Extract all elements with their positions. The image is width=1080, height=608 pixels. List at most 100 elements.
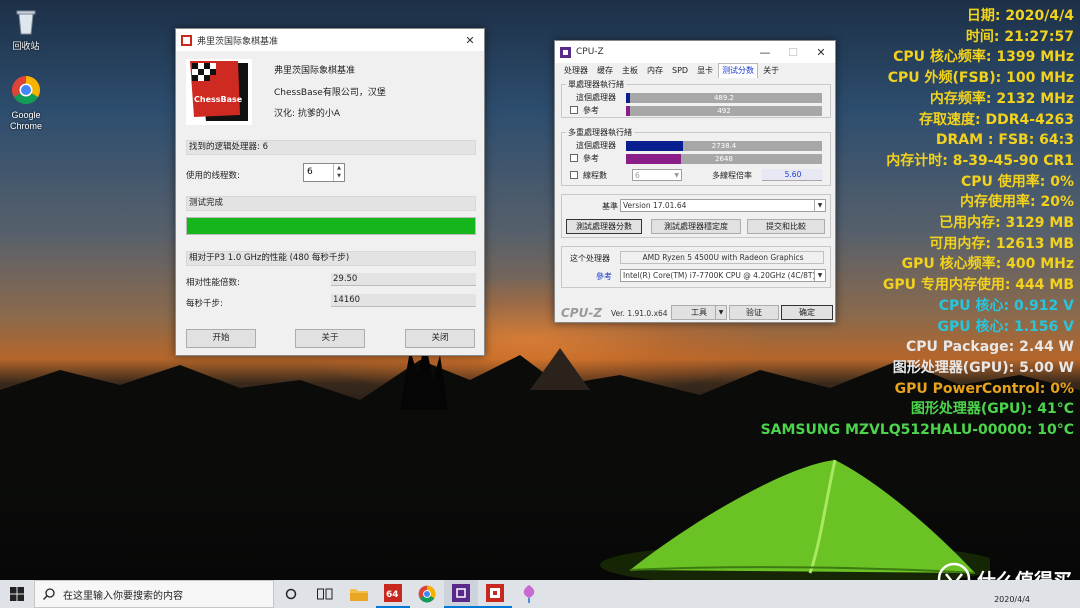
close-button[interactable]: 关闭 [405, 329, 475, 348]
kn-label: 每秒千步: [186, 299, 223, 309]
threads-checkbox-row[interactable]: 線程數 [570, 170, 607, 181]
overlay-line: 日期: 2020/4/4 [966, 8, 1074, 24]
paint-icon[interactable] [512, 580, 546, 608]
tab-7[interactable]: 关于 [759, 63, 783, 78]
tab-5[interactable]: 显卡 [693, 63, 717, 78]
tab-3[interactable]: 内存 [643, 63, 667, 78]
ratio-value: 29.50 [331, 273, 476, 286]
chess-benchmark-window: 弗里茨国际象棋基准 ✕ ChessBase 弗里茨国际象棋基准 ChessBas… [175, 28, 485, 356]
ratio-label: 相对性能倍数: [186, 278, 240, 288]
tab-1[interactable]: 缓存 [593, 63, 617, 78]
verify-button[interactable]: 验证 [729, 305, 779, 320]
cpuz-icon[interactable] [444, 580, 478, 608]
maximize-icon[interactable]: ☐ [779, 41, 807, 63]
cpuz-window: CPU-Z — ☐ ✕ 处理器 缓存 主板 内存 SPD 显卡 测试分数 关于 單處理器執行緒… [554, 40, 836, 323]
ref-checkbox-row[interactable]: 參考 [570, 105, 599, 116]
checkbox-icon[interactable] [570, 154, 578, 162]
start-button[interactable]: 开始 [186, 329, 256, 348]
window-title: CPU-Z [576, 47, 604, 57]
overlay-line: SAMSUNG MZVLQ512HALU-00000: 10°C [760, 422, 1074, 439]
threads-select[interactable]: 6 ▼ [632, 169, 682, 181]
ref-checkbox-row[interactable]: 參考 [570, 153, 599, 164]
cpuz-icon [560, 46, 571, 58]
checkbox-icon[interactable] [570, 106, 578, 114]
task-view-icon[interactable] [308, 580, 342, 608]
windows-icon [10, 587, 24, 601]
company: ChessBase有限公司，汉堡 [274, 88, 386, 98]
processors-found: 找到的逻辑处理器: 6 [186, 140, 476, 155]
file-explorer-icon[interactable] [342, 580, 376, 608]
bottom-bar: CPU-Z Ver. 1.91.0.x64 工具 ▼ 验证 确定 [555, 303, 835, 323]
progress-bar [186, 217, 476, 235]
ref-label: 參考 [583, 154, 599, 163]
group-title: 多重處理器執行緒 [566, 127, 634, 138]
kn-value: 14160 [331, 294, 476, 307]
checkbox-icon[interactable] [570, 171, 578, 179]
desktop-icon-chrome[interactable]: Google Chrome [0, 75, 52, 132]
tools-label: 工具 [691, 308, 707, 317]
threads-value: 6 [307, 167, 313, 177]
version-text: Ver. 1.91.0.x64 [611, 309, 668, 318]
spinner-arrows-icon[interactable]: ▲ ▼ [333, 164, 344, 181]
bench-label: 基準 [602, 202, 618, 211]
this-cpu-name: AMD Ryzen 5 4500U with Radeon Graphics [620, 251, 824, 264]
cortana-icon[interactable] [274, 580, 308, 608]
close-icon[interactable]: ✕ [807, 41, 835, 63]
ok-button[interactable]: 确定 [781, 305, 833, 320]
taskbar: 在这里输入你要搜索的内容 64 2020/4/4 [0, 580, 1080, 608]
overlay-line: 图形处理器(GPU): 5.00 W [892, 359, 1074, 376]
chrome-icon [12, 76, 40, 104]
tools-button[interactable]: 工具 ▼ [671, 305, 727, 320]
multiplier-value: 5.60 [762, 169, 822, 181]
bench-version: Version 17.01.64 [623, 201, 687, 210]
ref-cpu-label: 參考 [596, 272, 612, 281]
bench-version-select[interactable]: Version 17.01.64 ▼ [620, 199, 826, 212]
bar-value: 2648 [715, 155, 733, 163]
search-icon [43, 588, 55, 600]
threads-label: 使用的线程数: [186, 171, 240, 181]
start-button[interactable] [0, 580, 34, 608]
chessbase-icon[interactable] [478, 580, 512, 608]
taskbar-search-box[interactable]: 在这里输入你要搜索的内容 [34, 580, 274, 608]
desktop-icon-label: 回收站 [12, 41, 40, 51]
multi-thread-group: 多重處理器執行緒 這個處理器 2738.4 參考 2648 線程數 6 ▼ 多線… [561, 127, 831, 186]
stress-cpu-button[interactable]: 測試處理器穩定度 [651, 219, 741, 234]
tab-2[interactable]: 主板 [618, 63, 642, 78]
chevron-down-icon: ▼ [674, 172, 679, 179]
tab-6[interactable]: 测试分数 [718, 63, 759, 78]
title-bar[interactable]: CPU-Z — ☐ ✕ [555, 41, 835, 63]
tab-0[interactable]: 处理器 [560, 63, 592, 78]
translator: 汉化: 抗爹的小A [274, 109, 341, 119]
chevron-down-icon: ▼ [814, 200, 825, 211]
minimize-icon[interactable]: — [751, 41, 779, 63]
title-bar[interactable]: 弗里茨国际象棋基准 ✕ [176, 29, 484, 51]
window-title: 弗里茨国际象棋基准 [197, 36, 279, 47]
desktop-icon-recycle-bin[interactable]: 回收站 [0, 6, 52, 52]
threads-spinner[interactable]: 6 ▲ ▼ [303, 163, 345, 182]
threads-label: 線程數 [583, 171, 607, 180]
svg-text:64: 64 [386, 590, 399, 600]
ref-cpu-select[interactable]: Intel(R) Core(TM) i7-7700K CPU @ 4.20GHz… [620, 269, 826, 282]
processor-group: 这个处理器 AMD Ryzen 5 4500U with Radeon Grap… [561, 246, 831, 288]
bench-cpu-button[interactable]: 測試處理器分數 [566, 219, 642, 234]
aida64-icon[interactable]: 64 [376, 580, 410, 608]
taskbar-date: 2020/4/4 [994, 595, 1030, 604]
chevron-down-icon: ▼ [814, 270, 825, 281]
chessbase-icon [181, 34, 192, 46]
threads-value: 6 [635, 171, 640, 180]
tab-4[interactable]: SPD [668, 63, 692, 78]
close-icon[interactable]: ✕ [456, 29, 484, 51]
ref-cpu-name: Intel(R) Core(TM) i7-7700K CPU @ 4.20GHz… [623, 271, 816, 280]
submit-compare-button[interactable]: 提交和比較 [747, 219, 825, 234]
chevron-down-icon: ▼ [715, 306, 726, 319]
this-cpu-label: 這個處理器 [576, 141, 616, 150]
ref-label: 參考 [583, 106, 599, 115]
multi-this-bar: 2738.4 [626, 141, 822, 151]
overlay-line: CPU Package: 2.44 W [905, 339, 1074, 356]
bar-value: 489.2 [713, 94, 735, 102]
group-title: 單處理器執行緒 [566, 79, 626, 90]
single-ref-bar: 492 [626, 106, 822, 116]
about-button[interactable]: 关于 [295, 329, 365, 348]
this-cpu-label: 这个处理器 [570, 254, 610, 263]
chrome-icon[interactable] [410, 580, 444, 608]
